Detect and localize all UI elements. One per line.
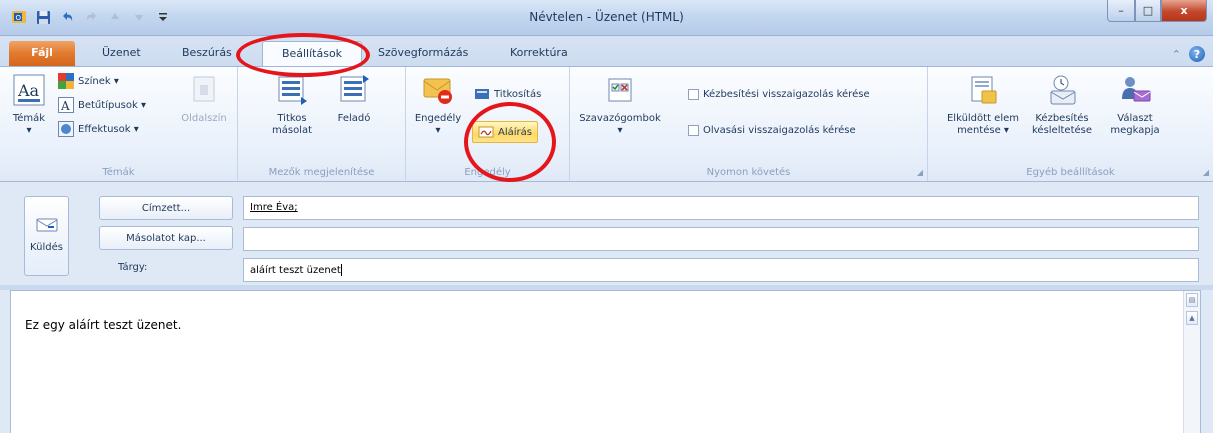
delay-delivery-icon	[1050, 75, 1076, 105]
from-icon	[340, 75, 369, 102]
voting-buttons-icon	[608, 78, 632, 102]
delay-delivery-button[interactable]: Kézbesítés késleltetése	[1030, 73, 1094, 137]
colors-icon	[58, 73, 74, 89]
group-permission: Engedély ▾ Titkosítás Aláírás Engedély	[406, 67, 570, 181]
title-bar: O Névtelen - Üzenet (HTML) – □ x	[0, 0, 1213, 36]
scroll-up-icon[interactable]: ▲	[1186, 311, 1198, 325]
fonts-button[interactable]: A Betűtípusok ▾	[58, 97, 146, 113]
group-label-tracking: Nyomon követés	[706, 167, 791, 178]
group-tracking: Szavazógombok ▾ Kézbesítési visszaigazol…	[570, 67, 928, 181]
to-button[interactable]: Címzett...	[99, 196, 233, 220]
tab-file[interactable]: Fájl	[9, 41, 75, 66]
subject-label: Tárgy:	[118, 262, 148, 273]
effects-icon	[58, 121, 74, 137]
minimize-ribbon-icon[interactable]: ⌃	[1172, 48, 1181, 61]
from-button[interactable]: Feladó	[332, 73, 376, 125]
bcc-icon	[278, 76, 307, 105]
svg-text:Aa: Aa	[17, 81, 40, 100]
send-button[interactable]: Küldés	[24, 196, 69, 276]
send-icon	[36, 218, 57, 232]
group-label-show-fields: Mezők megjelenítése	[268, 167, 375, 178]
cc-button[interactable]: Másolatot kap...	[99, 226, 233, 250]
delivery-receipt-checkbox[interactable]: Kézbesítési visszaigazolás kérése	[688, 89, 870, 100]
ruler-toggle-icon[interactable]: ▤	[1186, 293, 1198, 307]
sign-icon	[478, 126, 494, 138]
message-header: Küldés Címzett... Másolatot kap... Tárgy…	[0, 182, 1213, 285]
encrypt-button[interactable]: Titkosítás	[474, 87, 541, 101]
more-options-dialog-launcher-icon[interactable]: ◢	[1203, 168, 1209, 177]
group-more-options: Elküldött elem mentése ▾ Kézbesítés késl…	[928, 67, 1213, 181]
bcc-button[interactable]: Titkos másolat	[266, 73, 318, 137]
voting-buttons-button[interactable]: Szavazógombok ▾	[574, 73, 666, 137]
sign-button[interactable]: Aláírás	[472, 121, 538, 143]
window-controls: – □ x	[1107, 0, 1207, 22]
subject-value: aláírt teszt üzenet	[250, 265, 341, 276]
fonts-icon: A	[58, 97, 74, 113]
help-icon[interactable]: ?	[1189, 46, 1205, 62]
group-themes: Aa Témák ▾ Színek ▾ A Betűtípusok ▾ Effe…	[0, 67, 238, 181]
vertical-scrollbar[interactable]: ▤ ▲	[1183, 291, 1200, 433]
body-text: Ez egy aláírt teszt üzenet.	[25, 318, 182, 332]
page-color-button[interactable]: Oldalszín	[176, 73, 232, 125]
delivery-receipt-checkbox-box[interactable]	[688, 89, 699, 100]
encrypt-icon	[475, 89, 489, 99]
direct-replies-button[interactable]: Választ megkapja	[1100, 73, 1170, 137]
group-label-permission: Engedély	[464, 167, 511, 178]
permission-button[interactable]: Engedély ▾	[410, 73, 466, 137]
close-button[interactable]: x	[1161, 0, 1207, 22]
ribbon-tab-row: Fájl Üzenet Beszúrás Beállítások Szövegf…	[0, 36, 1213, 66]
tab-format-text[interactable]: Szövegformázás	[368, 41, 478, 66]
effects-button[interactable]: Effektusok ▾	[58, 121, 139, 137]
save-sent-item-icon	[971, 76, 997, 104]
page-color-icon	[193, 76, 215, 102]
text-cursor	[340, 264, 342, 276]
tab-review[interactable]: Korrektúra	[500, 41, 578, 66]
maximize-button[interactable]: □	[1135, 0, 1161, 22]
colors-button[interactable]: Színek ▾	[58, 73, 119, 89]
read-receipt-checkbox-box[interactable]	[688, 125, 699, 136]
tab-message[interactable]: Üzenet	[92, 41, 151, 66]
direct-replies-icon	[1122, 77, 1151, 102]
themes-button[interactable]: Aa Témák ▾	[8, 73, 50, 137]
tab-insert[interactable]: Beszúrás	[172, 41, 242, 66]
group-label-themes: Témák	[102, 167, 135, 178]
to-field[interactable]: Imre Éva;	[243, 196, 1199, 220]
save-sent-item-button[interactable]: Elküldött elem mentése ▾	[940, 73, 1026, 137]
permission-icon	[423, 78, 452, 104]
themes-icon: Aa	[13, 74, 45, 106]
recipient-token[interactable]: Imre Éva;	[250, 202, 298, 213]
message-body[interactable]: Ez egy aláírt teszt üzenet. ▤ ▲	[10, 290, 1201, 433]
svg-text:A: A	[60, 99, 70, 113]
group-show-fields: Titkos másolat Feladó Mezők megjelenítés…	[238, 67, 406, 181]
ribbon: Aa Témák ▾ Színek ▾ A Betűtípusok ▾ Effe…	[0, 66, 1213, 182]
group-label-more-options: Egyéb beállítások	[1026, 167, 1115, 178]
tab-options[interactable]: Beállítások	[262, 41, 362, 66]
window-title: Névtelen - Üzenet (HTML)	[529, 10, 684, 24]
read-receipt-checkbox[interactable]: Olvasási visszaigazolás kérése	[688, 125, 856, 136]
cc-field[interactable]	[243, 227, 1199, 251]
minimize-button[interactable]: –	[1107, 0, 1135, 22]
subject-field[interactable]: aláírt teszt üzenet	[243, 258, 1199, 282]
tracking-dialog-launcher-icon[interactable]: ◢	[917, 168, 923, 177]
